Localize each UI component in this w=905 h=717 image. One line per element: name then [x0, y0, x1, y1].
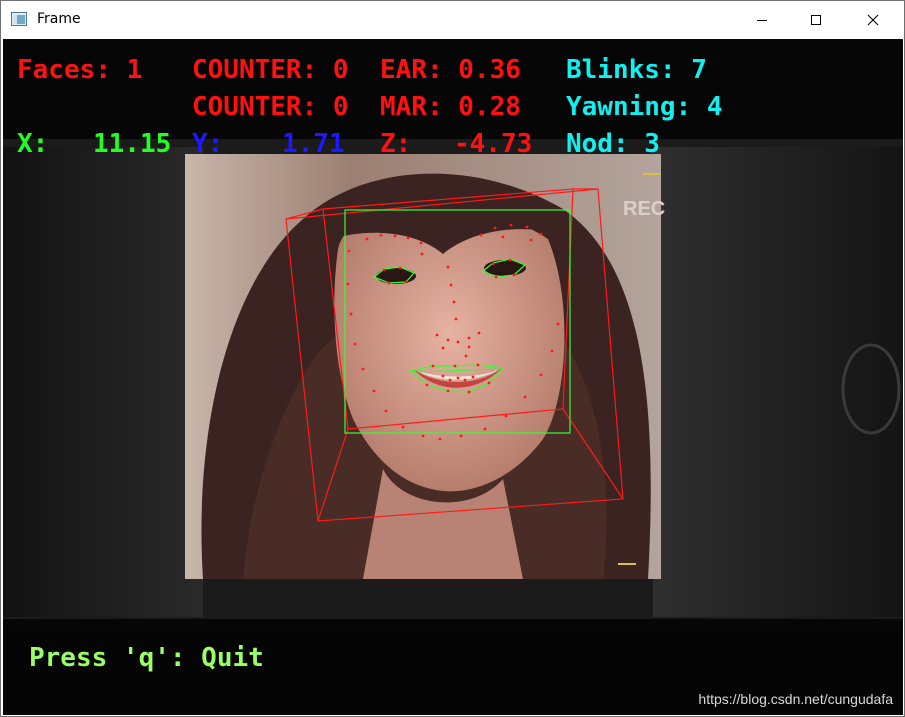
- title-bar[interactable]: Frame: [1, 1, 904, 38]
- face-bounding-box: [344, 209, 571, 434]
- x-axis-label: X:: [17, 129, 49, 159]
- minimize-icon: [757, 19, 767, 21]
- watermark-url: https://blog.csdn.net/cungudafa: [698, 691, 893, 707]
- faces-count-label: Faces: 1: [17, 55, 143, 85]
- ear-label: EAR: 0.36: [380, 55, 521, 85]
- mar-label: MAR: 0.28: [380, 92, 521, 122]
- video-frame: REC Faces: 1 COUNTER: 0 EAR: 0.36 Blinks…: [3, 39, 903, 715]
- z-axis-value: -4.73: [454, 129, 533, 159]
- close-button[interactable]: [850, 1, 896, 38]
- maximize-icon: [811, 14, 821, 25]
- nod-label: Nod: 3: [566, 129, 660, 159]
- right-eye-contour: [481, 258, 527, 278]
- window-title: Frame: [37, 11, 81, 27]
- minimize-button[interactable]: [739, 1, 785, 38]
- close-icon: [867, 14, 879, 25]
- y-axis-label: Y:: [192, 129, 224, 159]
- y-axis-value: 1.71: [282, 129, 345, 159]
- left-eye-contour: [372, 266, 416, 284]
- facial-landmarks: [346, 223, 560, 441]
- quit-hint: Press 'q': Quit: [29, 643, 264, 673]
- mouth-counter-label: COUNTER: 0: [192, 92, 349, 122]
- head-pose-cube: [285, 188, 624, 522]
- x-axis-value: 11.15: [93, 129, 172, 159]
- opencv-window: Frame REC Faces: 1 COUNTER: 0 EAR: 0.36 …: [0, 0, 905, 717]
- blinks-label: Blinks: 7: [566, 55, 707, 85]
- yawning-label: Yawning: 4: [566, 92, 723, 122]
- window-app-icon: [11, 12, 27, 26]
- eye-counter-label: COUNTER: 0: [192, 55, 349, 85]
- z-axis-label: Z:: [380, 129, 412, 159]
- maximize-button[interactable]: [793, 1, 839, 38]
